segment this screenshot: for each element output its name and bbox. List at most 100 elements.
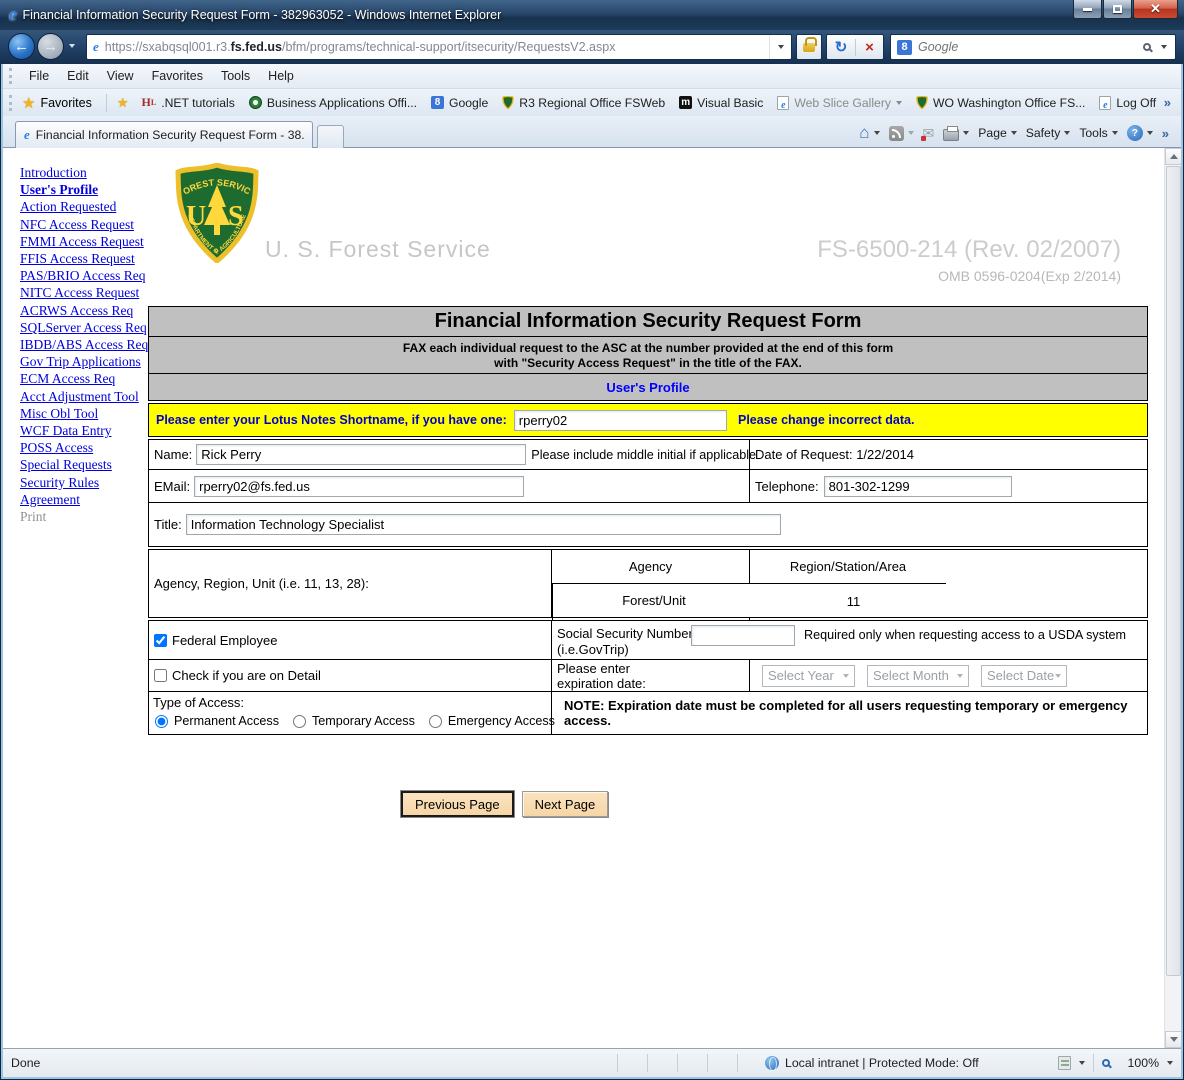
security-lock-button[interactable] (796, 34, 822, 60)
address-bar[interactable]: e https://sxabqsql001.r3.fs.fed.us/bfm/p… (86, 34, 792, 60)
window-title: Financial Information Security Request F… (23, 8, 502, 22)
year-select[interactable]: Select Year (762, 665, 855, 687)
search-box[interactable]: 8 (890, 34, 1176, 60)
scroll-down-button[interactable] (1165, 1031, 1181, 1048)
forward-button[interactable]: → (37, 33, 64, 60)
arrow-up-icon (1170, 154, 1178, 159)
chevron-down-icon (843, 674, 849, 678)
federal-employee-checkbox[interactable] (154, 634, 167, 647)
scrollbar-thumb[interactable] (1166, 166, 1181, 976)
sidebar-item-gov-trip[interactable]: Gov Trip Applications (20, 353, 155, 370)
search-dropdown-icon[interactable] (1161, 45, 1167, 49)
shortname-input[interactable] (514, 410, 727, 431)
sidebar-item-fmmi-access[interactable]: FMMI Access Request (20, 233, 155, 250)
on-detail-checkbox[interactable] (154, 669, 167, 682)
home-button[interactable]: ⌂ (859, 123, 879, 143)
vertical-scrollbar[interactable] (1164, 148, 1181, 1048)
add-to-favorites-icon[interactable]: ★ (117, 95, 129, 111)
fav-item-r3-regional-office[interactable]: R3 Regional Office FSWeb (495, 96, 672, 110)
sidebar-item-pas-brio-access[interactable]: PAS/BRIO Access Req (20, 267, 155, 284)
sidebar-item-security-rules[interactable]: Security Rules (20, 474, 155, 491)
forest-header: Forest/Unit (552, 584, 755, 618)
sidebar-item-nfc-access[interactable]: NFC Access Request (20, 216, 155, 233)
safety-menu[interactable]: Safety (1026, 126, 1071, 140)
feeds-button[interactable] (889, 126, 914, 141)
favorites-button[interactable]: ★ Favorites (20, 94, 102, 112)
menu-item-edit[interactable]: Edit (58, 67, 98, 85)
telephone-input[interactable] (824, 476, 1012, 497)
stop-button[interactable]: × (855, 39, 883, 56)
read-mail-icon[interactable]: ✉ (923, 125, 935, 142)
tools-menu[interactable]: Tools (1079, 126, 1117, 140)
overflow-chevron-icon[interactable]: » (1164, 95, 1171, 110)
sidebar-item-misc-obl[interactable]: Misc Obl Tool (20, 405, 155, 422)
sidebar-item-sqlserver-access[interactable]: SQLServer Access Req (20, 319, 155, 336)
menu-item-favorites[interactable]: Favorites (143, 67, 212, 85)
next-page-button[interactable]: Next Page (522, 791, 609, 817)
sidebar-item-introduction[interactable]: Introduction (20, 164, 155, 181)
sidebar-item-wcf-data-entry[interactable]: WCF Data Entry (20, 422, 155, 439)
ssn-input[interactable] (691, 625, 795, 646)
sidebar-item-users-profile[interactable]: User's Profile (20, 181, 155, 198)
overflow-chevron-icon[interactable]: » (1162, 126, 1169, 141)
address-dropdown-icon[interactable] (769, 35, 791, 59)
help-button[interactable]: ? (1127, 125, 1153, 141)
fav-item-wo-washington-office[interactable]: WO Washington Office FS... (909, 96, 1092, 110)
previous-page-button[interactable]: Previous Page (401, 791, 514, 817)
sidebar-item-agreement[interactable]: Agreement (20, 491, 155, 508)
new-tab-stub[interactable] (317, 125, 344, 148)
sidebar-item-ffis-access[interactable]: FFIS Access Request (20, 250, 155, 267)
scroll-up-button[interactable] (1165, 148, 1181, 165)
fav-item-web-slice-gallery[interactable]: e Web Slice Gallery (770, 96, 909, 110)
history-dropdown-icon[interactable] (69, 44, 75, 48)
fav-item-google[interactable]: 8 Google (424, 96, 495, 110)
permanent-access-radio[interactable] (155, 715, 168, 728)
menu-item-tools[interactable]: Tools (212, 67, 259, 85)
browser-window: e Financial Information Security Request… (0, 0, 1184, 1080)
menu-item-help[interactable]: Help (259, 67, 303, 85)
sidebar-item-poss-access[interactable]: POSS Access (20, 439, 155, 456)
menu-item-view[interactable]: View (98, 67, 143, 85)
search-icon[interactable] (1143, 43, 1151, 51)
detail-row: Check if you are on Detail Please enter … (148, 659, 1148, 692)
page-menu[interactable]: Page (978, 126, 1016, 140)
sidebar-item-nitc-access[interactable]: NITC Access Request (20, 284, 155, 301)
fav-item-visual-basic[interactable]: m Visual Basic (672, 96, 770, 110)
close-icon: ✕ (1150, 1, 1161, 17)
jobtitle-input[interactable] (186, 514, 781, 535)
fav-item-business-applications[interactable]: Business Applications Offi... (242, 96, 424, 110)
chevron-down-icon[interactable] (1079, 1061, 1085, 1065)
date-select[interactable]: Select Date (981, 665, 1067, 687)
search-input[interactable] (918, 40, 1143, 54)
sidebar-item-acrws-access[interactable]: ACRWS Access Req (20, 302, 155, 319)
back-button[interactable]: ← (8, 33, 35, 60)
name-input[interactable] (196, 444, 526, 465)
sidebar-item-acct-adjustment[interactable]: Acct Adjustment Tool (20, 388, 155, 405)
temporary-access-radio[interactable] (293, 715, 306, 728)
url-text[interactable]: https://sxabqsql001.r3.fs.fed.us/bfm/pro… (105, 40, 769, 54)
email-input[interactable] (194, 476, 524, 497)
fav-item-net-tutorials[interactable]: HL .NET tutorials (135, 95, 242, 110)
sidebar-item-special-requests[interactable]: Special Requests (20, 456, 155, 473)
sidebar-item-action-requested[interactable]: Action Requested (20, 198, 155, 215)
restore-button[interactable] (1103, 0, 1132, 19)
privacy-report-icon[interactable] (1058, 1056, 1071, 1070)
security-request-form: Financial Information Security Request F… (148, 306, 1148, 735)
tab-active[interactable]: e Financial Information Security Request… (15, 121, 313, 148)
org-seal-icon (249, 96, 262, 109)
zone-text: Local intranet | Protected Mode: Off (785, 1056, 979, 1070)
close-button[interactable]: ✕ (1133, 0, 1178, 19)
minimize-button[interactable] (1073, 0, 1102, 19)
refresh-button[interactable]: ↻ (827, 38, 855, 56)
zoom-icon[interactable] (1102, 1059, 1110, 1067)
ssn-hint: Required only when requesting access to … (804, 628, 1126, 642)
sidebar-item-ecm-access[interactable]: ECM Access Req (20, 370, 155, 387)
sidebar-item-ibdb-abs-access[interactable]: IBDB/ABS Access Req (20, 336, 155, 353)
forward-arrow-icon: → (43, 38, 58, 55)
menu-item-file[interactable]: File (20, 67, 58, 85)
month-select[interactable]: Select Month (867, 665, 969, 687)
chevron-down-icon[interactable] (1167, 1061, 1173, 1065)
print-button[interactable] (943, 126, 969, 141)
fav-item-log-off[interactable]: e Log Off (1092, 96, 1163, 110)
emergency-access-radio[interactable] (429, 715, 442, 728)
